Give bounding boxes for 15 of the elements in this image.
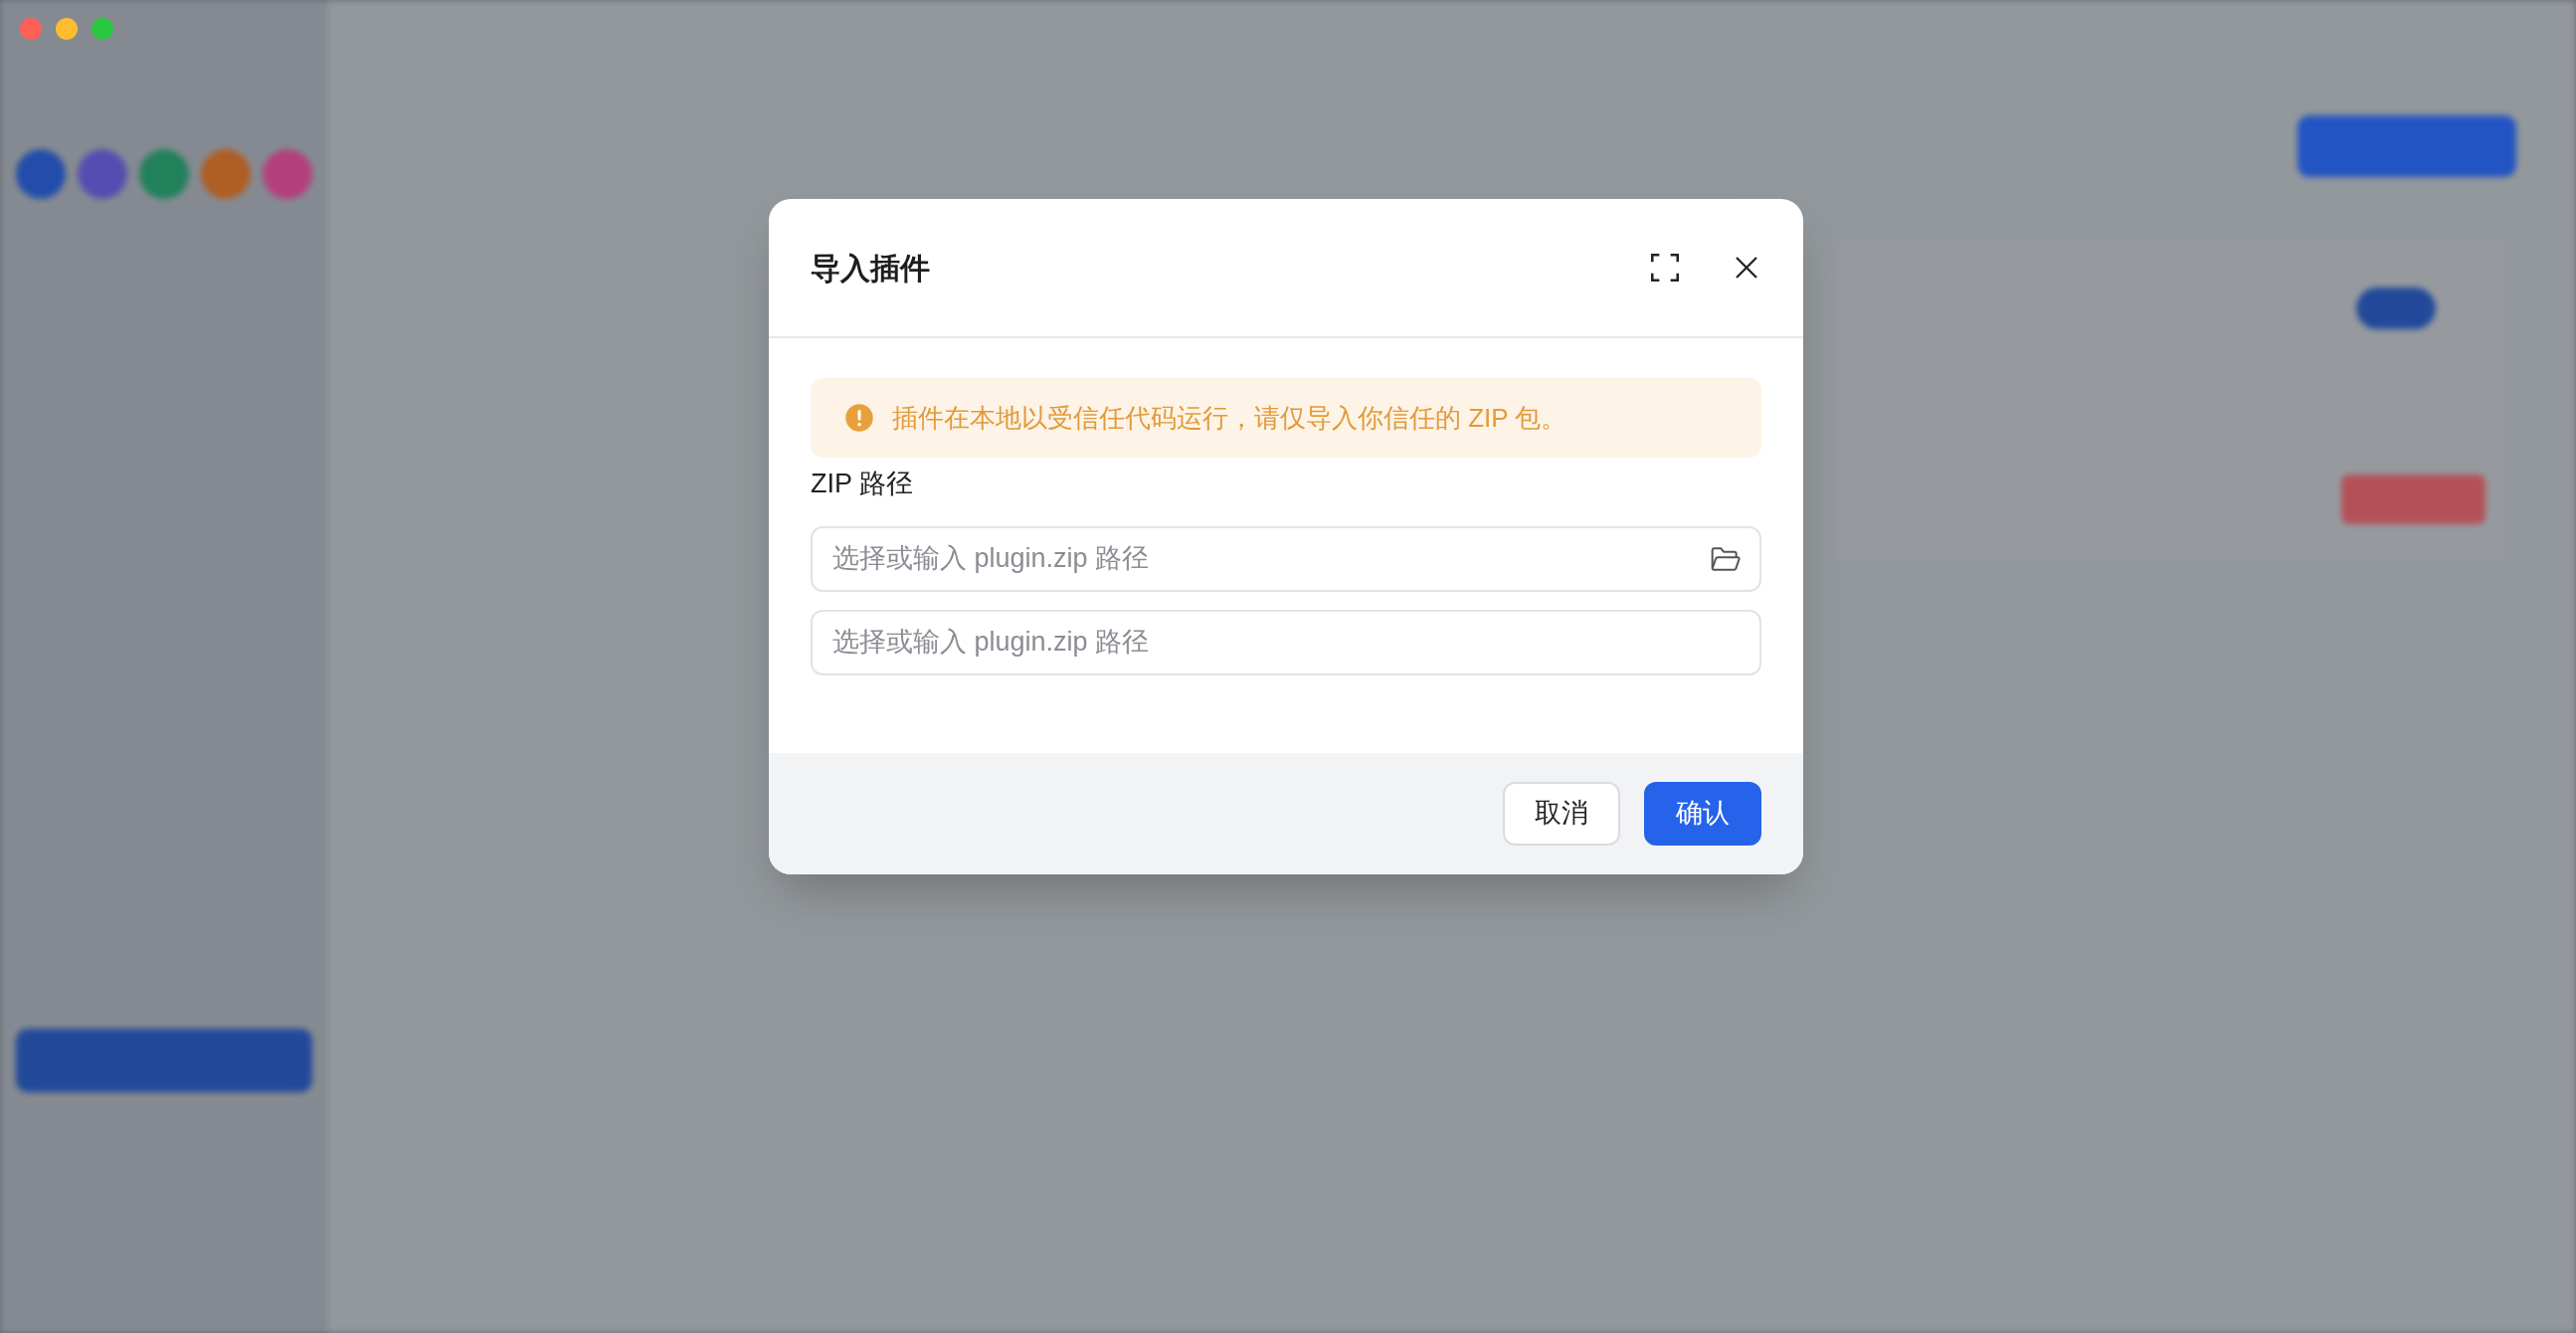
theme-swatch: [78, 149, 127, 199]
theme-swatch: [201, 149, 251, 199]
theme-swatch: [139, 149, 189, 199]
dialog-title: 导入插件: [811, 250, 930, 286]
warning-icon: [844, 403, 874, 433]
warning-text: 插件在本地以受信任代码运行，请仅导入你信任的 ZIP 包。: [892, 401, 1567, 435]
field-label: ZIP 路径: [811, 468, 914, 500]
theme-swatch: [16, 149, 66, 199]
cancel-button[interactable]: 取消: [1503, 781, 1620, 846]
folder-icon[interactable]: [1710, 544, 1742, 573]
confirm-button[interactable]: 确认: [1644, 781, 1761, 846]
zip-path-field[interactable]: 选择或输入 plugin.zip 路径: [811, 609, 1761, 675]
theme-swatch: [263, 149, 312, 199]
zip-path-field[interactable]: 选择或输入 plugin.zip 路径: [811, 525, 1761, 592]
fullscreen-icon[interactable]: [1648, 251, 1682, 285]
